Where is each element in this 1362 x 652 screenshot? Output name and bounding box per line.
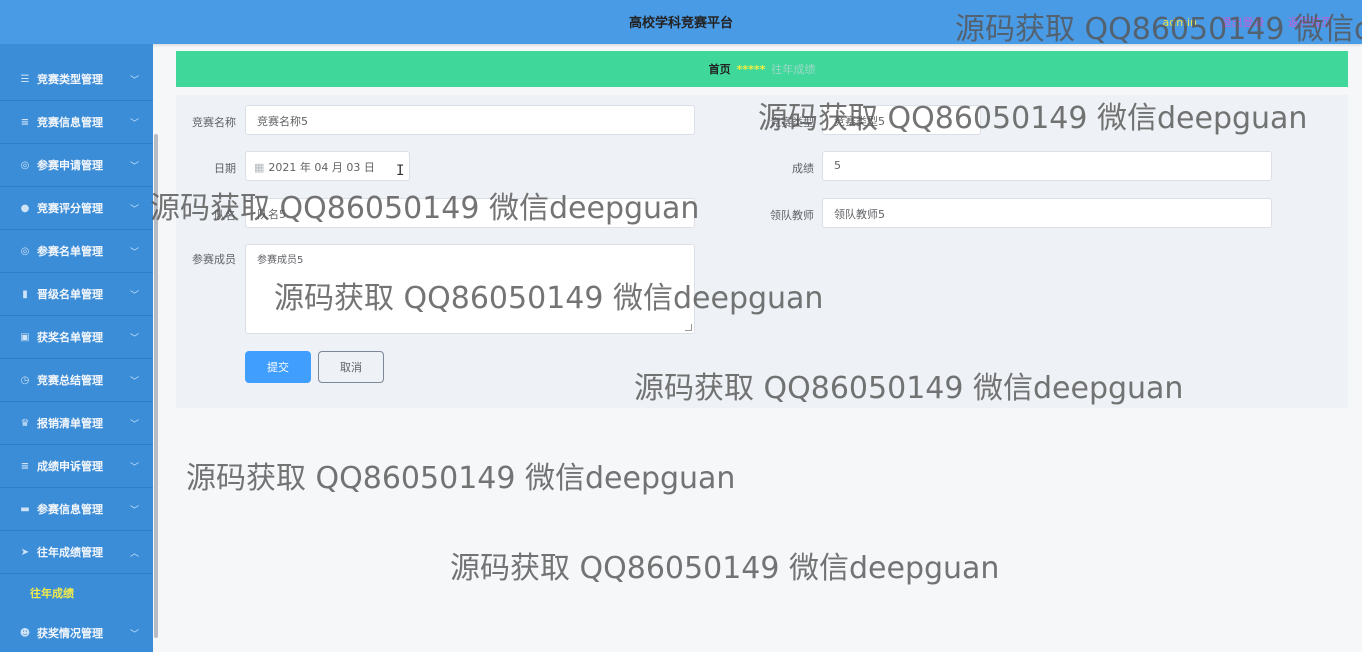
score-label: 成绩: [792, 162, 814, 175]
monitor-icon: ▬: [20, 503, 30, 515]
breadcrumb: 首页 ***** 往年成绩: [176, 51, 1348, 87]
clipboard-icon: ▣: [20, 331, 30, 343]
sidebar-item[interactable]: ≡ 成绩申诉管理 ﹀: [0, 445, 153, 488]
watermark: 源码获取 QQ86050149 微信deepguan: [274, 281, 824, 316]
sidebar-item-label: 参赛申请管理: [37, 159, 103, 172]
members-label: 参赛成员: [192, 253, 236, 266]
sidebar-item[interactable]: ☻ 获奖情况管理 ﹀: [0, 612, 153, 652]
competition-name-input[interactable]: 竞赛名称5: [245, 105, 695, 135]
watermark: 源码获取 QQ86050149 微信deepguan: [150, 191, 700, 226]
chevron-down-icon: ﹀: [129, 204, 139, 215]
sidebar-item[interactable]: ☰ 竞赛类型管理 ﹀: [0, 58, 153, 101]
sidebar: ☰ 竞赛类型管理 ﹀ ≡ 竞赛信息管理 ﹀ ◎ 参赛申请管理 ﹀ ● 竞赛评分管理 ﹀ ◎ 参赛名单管理 ﹀…: [0, 44, 153, 652]
text-cursor-icon: I: [396, 163, 405, 179]
send-icon: ➤: [20, 546, 30, 558]
chevron-up-icon: ︿: [129, 548, 139, 559]
sidebar-item-label: 竞赛类型管理: [37, 73, 103, 86]
members-value: 参赛成员5: [257, 255, 304, 266]
chevron-down-icon: ﹀: [129, 118, 139, 129]
sidebar-item-label: 竞赛评分管理: [37, 202, 103, 215]
watermark: 源码获取 QQ86050149 微信deepguan: [758, 101, 1308, 136]
chevron-down-icon: ﹀: [129, 419, 139, 430]
sidebar-item-label: 竞赛信息管理: [37, 116, 103, 129]
teacher-input[interactable]: 领队教师5: [822, 198, 1272, 228]
competition-name-label: 竞赛名称: [192, 116, 236, 129]
calendar-icon: ▦: [254, 161, 265, 174]
sidebar-item-label: 报销清单管理: [37, 417, 103, 430]
chevron-down-icon: ﹀: [129, 462, 139, 473]
user-icon: ☻: [19, 627, 31, 639]
sidebar-item[interactable]: ◎ 参赛申请管理 ﹀: [0, 144, 153, 187]
chevron-down-icon: ﹀: [129, 333, 139, 344]
sidebar-item[interactable]: ▮ 晋级名单管理 ﹀: [0, 273, 153, 316]
sidebar-item[interactable]: ➤ 往年成绩管理 ︿: [0, 531, 153, 574]
sidebar-item-label: 往年成绩管理: [37, 546, 103, 559]
chevron-down-icon: ﹀: [129, 505, 139, 516]
sidebar-item[interactable]: ▬ 参赛信息管理 ﹀: [0, 488, 153, 531]
sidebar-item-label: 参赛信息管理: [37, 503, 103, 516]
breadcrumb-current: 往年成绩: [771, 63, 816, 76]
chevron-down-icon: ﹀: [129, 75, 139, 86]
sidebar-item-label: 竞赛总结管理: [37, 374, 103, 387]
clock-icon: ◷: [20, 374, 30, 386]
sidebar-item-label: 成绩申诉管理: [37, 460, 103, 473]
watermark: 源码获取 QQ86050149 微信d: [955, 12, 1362, 47]
chevron-down-icon: ﹀: [129, 290, 139, 301]
sidebar-item[interactable]: ≡ 竞赛信息管理 ﹀: [0, 101, 153, 144]
bar-chart-icon: ▮: [22, 288, 28, 300]
watermark: 源码获取 QQ86050149 微信deepguan: [634, 371, 1184, 406]
list-icon: ≡: [20, 460, 30, 472]
sidebar-subitem[interactable]: 往年成绩: [0, 575, 153, 610]
score-input[interactable]: 5: [822, 151, 1272, 181]
globe-icon: ◎: [20, 245, 30, 257]
teacher-label: 领队教师: [770, 209, 814, 222]
sidebar-item[interactable]: ◎ 参赛名单管理 ﹀: [0, 230, 153, 273]
globe-icon: ◎: [20, 159, 30, 171]
sidebar-item[interactable]: ▣ 获奖名单管理 ﹀: [0, 316, 153, 359]
sidebar-item-label: 获奖情况管理: [37, 627, 103, 640]
date-picker[interactable]: ▦ 2021 年 04 月 03 日: [245, 151, 410, 181]
sidebar-item-label: 获奖名单管理: [37, 331, 103, 344]
chevron-down-icon: ﹀: [129, 161, 139, 172]
sidebar-item[interactable]: ♛ 报销清单管理 ﹀: [0, 402, 153, 445]
chevron-down-icon: ﹀: [129, 247, 139, 258]
breadcrumb-separator: *****: [736, 62, 766, 76]
list-icon: ≡: [20, 116, 30, 128]
trophy-icon: ♛: [20, 417, 30, 429]
sidebar-item-label: 晋级名单管理: [37, 288, 103, 301]
date-label: 日期: [214, 162, 236, 175]
resize-handle[interactable]: [685, 324, 692, 331]
watermark: 源码获取 QQ86050149 微信deepguan: [450, 551, 1000, 586]
chevron-down-icon: ﹀: [129, 629, 139, 640]
watermark: 源码获取 QQ86050149 微信deepguan: [186, 461, 736, 496]
sliders-icon: ☰: [20, 73, 30, 85]
chevron-down-icon: ﹀: [129, 376, 139, 387]
breadcrumb-home[interactable]: 首页: [709, 61, 731, 77]
pin-icon: ●: [20, 202, 30, 214]
sidebar-item[interactable]: ◷ 竞赛总结管理 ﹀: [0, 359, 153, 402]
submit-button[interactable]: 提交: [245, 351, 311, 383]
cancel-button[interactable]: 取消: [318, 351, 384, 383]
sidebar-item-label: 参赛名单管理: [37, 245, 103, 258]
sidebar-item[interactable]: ● 竞赛评分管理 ﹀: [0, 187, 153, 230]
date-value: 2021 年 04 月 03 日: [268, 161, 375, 174]
